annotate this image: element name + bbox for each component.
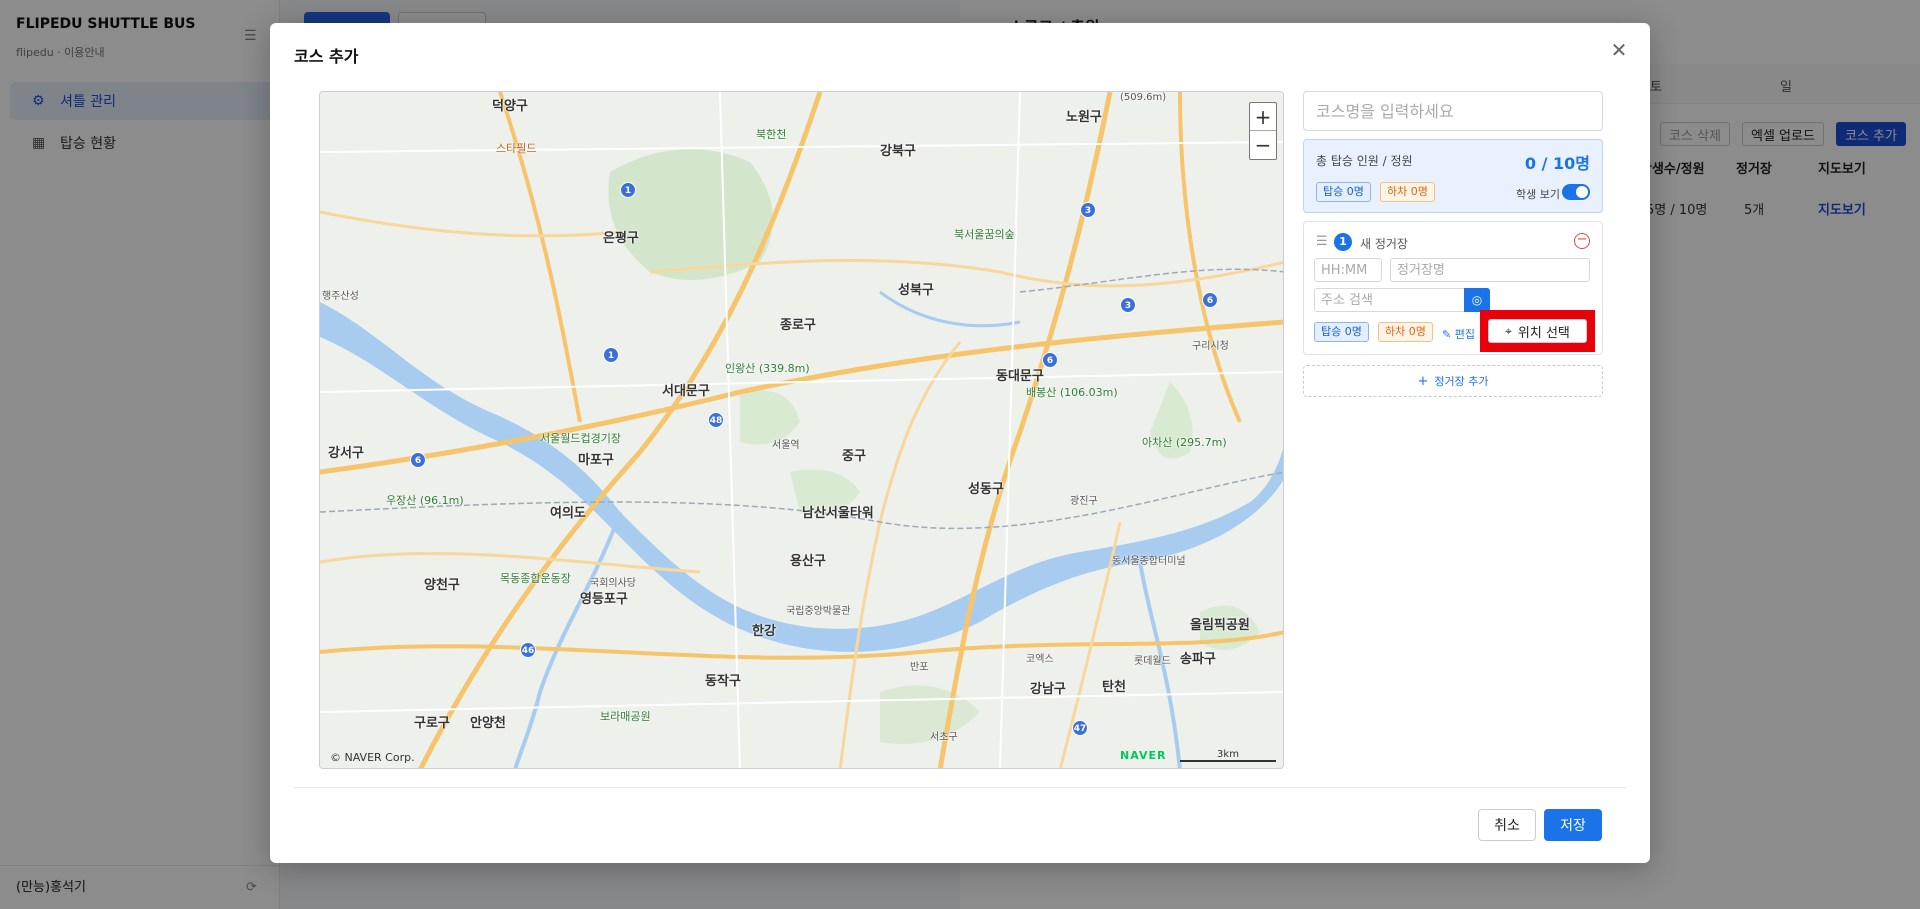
route-marker-46: 46: [520, 642, 536, 658]
route-marker-3: 3: [1120, 297, 1136, 313]
map-label: 노원구: [1066, 110, 1102, 125]
crosshair-icon: ⌖: [1505, 323, 1512, 338]
map-view[interactable]: 1 1 6 48 6 3 3 6 46 47 덕양구 강북구 노원구 북한천 스…: [319, 91, 1284, 769]
stop-number-badge: 1: [1334, 233, 1352, 251]
map-copyright: © NAVER Corp.: [330, 751, 415, 764]
map-label: 북서울꿈의숲: [954, 228, 1015, 241]
map-label: 코엑스: [1026, 654, 1054, 665]
course-name-input[interactable]: [1303, 91, 1603, 131]
map-label: 서초구: [930, 732, 958, 743]
stop-time-input[interactable]: [1314, 258, 1382, 282]
map-label: 행주산성: [322, 291, 359, 302]
map-label: 여의도: [550, 506, 586, 521]
save-button[interactable]: 저장: [1544, 809, 1602, 841]
stop-title: 새 정거장: [1360, 237, 1408, 251]
map-label: 북한천: [756, 128, 787, 141]
plus-icon: +: [1417, 373, 1429, 389]
map-label: 우장산 (96.1m): [386, 494, 464, 507]
boarding-summary: 총 탑승 인원 / 정원 0 / 10명 탑승 0명 하차 0명 학생 보기: [1303, 139, 1603, 213]
map-label: 올림픽공원: [1190, 618, 1250, 633]
map-label: 영등포구: [580, 592, 628, 607]
edit-link[interactable]: ✎ 편집: [1442, 326, 1475, 342]
location-select-label: 위치 선택: [1517, 325, 1570, 341]
route-marker-48: 48: [708, 412, 724, 428]
map-scale: 3km: [1180, 749, 1276, 762]
add-stop-button[interactable]: + 정거장 추가: [1303, 365, 1603, 397]
map-label: 성북구: [898, 283, 934, 298]
map-label: 송파구: [1180, 652, 1216, 667]
map-label: 강서구: [328, 446, 364, 461]
map-label: 서대문구: [662, 384, 710, 399]
summary-label: 총 탑승 인원 / 정원: [1316, 154, 1413, 168]
map-label: 국회의사당: [590, 578, 636, 589]
address-search-input[interactable]: [1314, 288, 1466, 312]
remove-stop-icon[interactable]: −: [1574, 233, 1590, 249]
map-label: 양천구: [424, 578, 460, 593]
student-view-label: 학생 보기: [1516, 188, 1560, 201]
map-label: 목동종합운동장: [500, 572, 571, 585]
map-label: 아차산 (295.7m): [1142, 436, 1227, 449]
cancel-button[interactable]: 취소: [1478, 809, 1536, 841]
map-label: 덕양구: [492, 99, 528, 114]
add-course-modal: 코스 추가 ✕ 1 1 6 48 6 3 3 6 46 47 덕양구 강북구 노…: [270, 23, 1650, 863]
stop-board-tag: 탑승 0명: [1314, 322, 1369, 342]
pencil-icon: ✎: [1442, 328, 1455, 341]
map-label: 안양천: [470, 716, 506, 731]
route-marker-1: 1: [603, 347, 619, 363]
map-pin-icon[interactable]: ◎: [1464, 288, 1490, 312]
map-label: 롯데월드: [1134, 656, 1171, 667]
map-label: 인왕산 (339.8m): [725, 362, 810, 375]
map-label: 마포구: [578, 453, 614, 468]
summary-count: 0 / 10명: [1524, 154, 1590, 173]
map-label: 동작구: [705, 674, 741, 689]
map-label: 중구: [842, 449, 866, 464]
location-select-highlight: ⌖ 위치 선택: [1480, 310, 1595, 352]
map-label: 서울역: [772, 440, 800, 451]
edit-label: 편집: [1454, 328, 1475, 341]
stop-alight-tag: 하차 0명: [1378, 322, 1433, 342]
map-label: 동대문구: [996, 369, 1044, 384]
stop-name-input[interactable]: [1390, 258, 1590, 282]
alight-count-tag: 하차 0명: [1380, 182, 1435, 202]
map-label: 서울월드컵경기장: [540, 432, 621, 445]
map-label: 반포: [910, 662, 929, 673]
map-label: 구로구: [414, 716, 450, 731]
close-icon[interactable]: ✕: [1608, 39, 1630, 61]
map-label: 성동구: [968, 482, 1004, 497]
map-label: 종로구: [780, 318, 816, 333]
map-label: 동서울종합터미널: [1112, 556, 1186, 567]
route-marker-6: 6: [410, 452, 426, 468]
board-count-tag: 탑승 0명: [1316, 182, 1371, 202]
naver-logo: NAVER: [1120, 749, 1167, 762]
drag-handle-icon[interactable]: ☰: [1316, 234, 1328, 249]
map-label: (509.6m): [1120, 92, 1167, 103]
map-label: 광진구: [1070, 496, 1098, 507]
map-label: 은평구: [603, 231, 639, 246]
add-stop-label: 정거장 추가: [1434, 375, 1489, 388]
modal-divider: [294, 787, 1626, 788]
map-label: 한강: [752, 624, 776, 639]
zoom-out-button[interactable]: −: [1250, 131, 1276, 159]
route-marker-1: 1: [620, 182, 636, 198]
map-label: 남산서울타워: [802, 506, 874, 521]
map-label: 국립중앙박물관: [786, 606, 851, 617]
student-view-toggle[interactable]: [1562, 184, 1590, 200]
location-select-button[interactable]: ⌖ 위치 선택: [1488, 319, 1587, 343]
route-marker-6: 6: [1202, 292, 1218, 308]
map-label: 용산구: [790, 554, 826, 569]
map-label: 배봉산 (106.03m): [1026, 386, 1118, 399]
map-label: 탄천: [1102, 680, 1126, 695]
map-label: 강남구: [1030, 682, 1066, 697]
route-marker-47: 47: [1072, 720, 1088, 736]
map-label: 스타필드: [496, 142, 537, 155]
route-marker-3: 3: [1080, 202, 1096, 218]
zoom-in-button[interactable]: +: [1250, 103, 1276, 131]
map-label: 보라매공원: [600, 710, 651, 723]
modal-title: 코스 추가: [294, 47, 359, 66]
map-zoom-control: + −: [1249, 102, 1277, 160]
map-label: 강북구: [880, 144, 916, 159]
map-label: 구리시청: [1192, 341, 1229, 352]
route-marker-6: 6: [1042, 352, 1058, 368]
map-canvas[interactable]: [320, 92, 1284, 769]
